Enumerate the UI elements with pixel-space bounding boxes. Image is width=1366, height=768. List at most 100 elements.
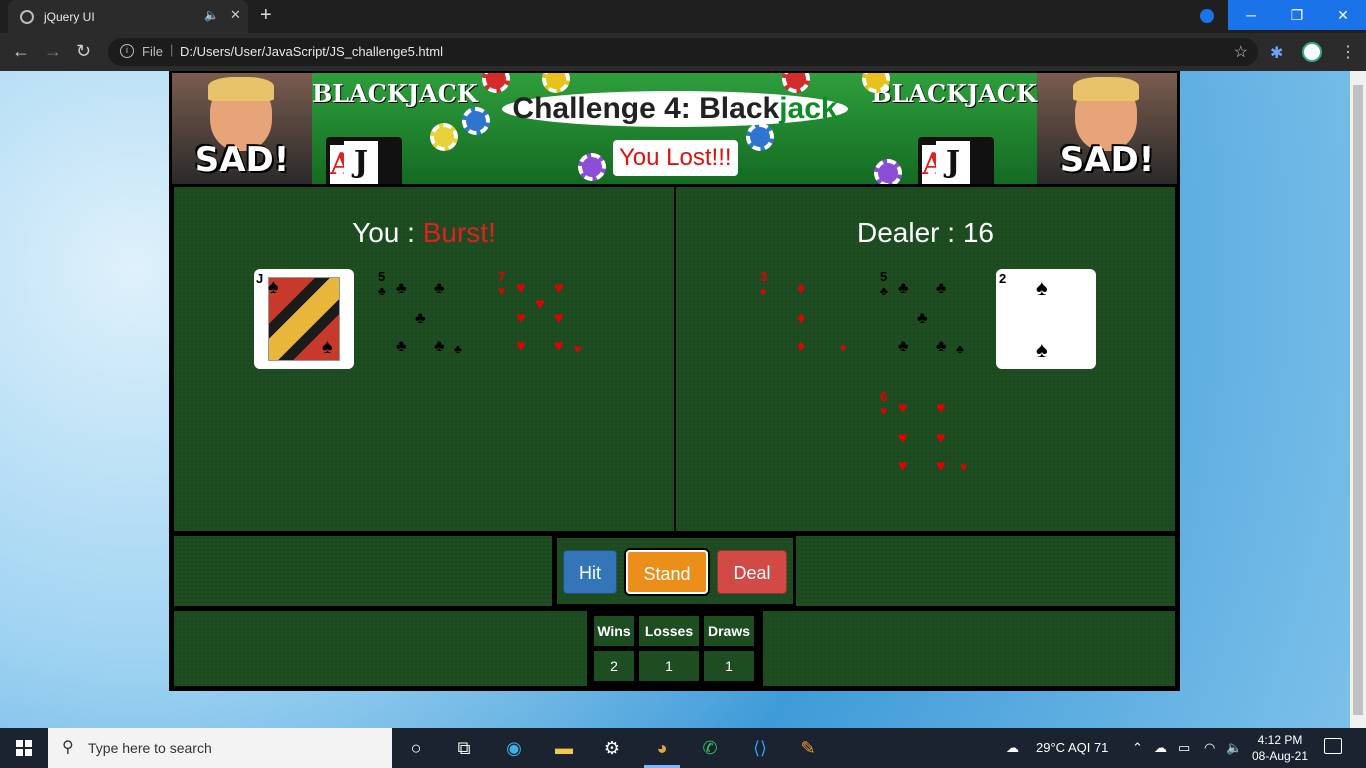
weather-text[interactable]: 29°C AQI 71 xyxy=(1036,740,1108,755)
losses-header: Losses xyxy=(639,616,699,646)
search-icon: ⚲ xyxy=(62,739,74,756)
dealer-card-3-diamonds: 3 ♦ ♦ ♦ ♦ ♦ xyxy=(760,269,847,355)
dealer-card-2-spades: 2 ♠ ♠ xyxy=(996,269,1096,369)
tray-chevron-icon[interactable]: ⌃ xyxy=(1132,740,1143,756)
close-window-button[interactable]: ✕ xyxy=(1320,0,1366,30)
reload-icon[interactable]: ↻ xyxy=(76,41,91,62)
file-scheme-label: File xyxy=(142,44,163,59)
page-scrollbar[interactable] xyxy=(1350,71,1366,728)
windows-taskbar: ⚲ Type here to search ○ ⧉ ◉ ▬ ⚙ ◕ ✆ ⟨⟩ ✎… xyxy=(0,728,1366,768)
profile-avatar[interactable] xyxy=(1302,42,1322,62)
vscode-icon[interactable]: ⟨⟩ xyxy=(748,736,772,760)
losses-value: 1 xyxy=(639,651,699,681)
player-card-7-hearts: 7 ♥ ♥ ♥ ♥ ♥ ♥ ♥ ♥ ♥ xyxy=(498,269,582,356)
whatsapp-icon[interactable]: ✆ xyxy=(698,736,722,760)
chrome-icon[interactable]: ◕ xyxy=(650,736,674,760)
button-row-right-panel xyxy=(796,536,1175,606)
taskbar-clock[interactable]: 4:12 PM 08-Aug-21 xyxy=(1248,732,1312,764)
volume-icon[interactable]: 🔈 xyxy=(1226,740,1242,756)
poker-chip xyxy=(542,73,570,93)
task-view-icon[interactable]: ⧉ xyxy=(452,736,476,760)
poker-chip xyxy=(874,159,902,184)
score-table: Wins Losses Draws 2 1 1 xyxy=(589,611,759,686)
tab-close-icon[interactable]: ✕ xyxy=(230,7,241,23)
game-container: SAD! SAD! BLACKJACK BLACKJACK AJ AJ Chal… xyxy=(169,71,1180,691)
stand-button[interactable]: Stand xyxy=(626,550,708,594)
banner: SAD! SAD! BLACKJACK BLACKJACK AJ AJ Chal… xyxy=(172,73,1177,184)
clock-time: 4:12 PM xyxy=(1257,733,1303,747)
dealer-card-5-clubs: 5 ♣ ♣ ♣ ♣ ♣ ♣ ♣ xyxy=(880,269,964,356)
tab-title: jQuery UI xyxy=(44,10,95,24)
battery-icon[interactable]: ▭ xyxy=(1178,740,1190,756)
taskbar-search-box[interactable]: ⚲ Type here to search xyxy=(48,728,392,768)
result-message: You Lost!!! xyxy=(613,140,738,176)
sad-meme-image-left: SAD! xyxy=(172,73,312,184)
ace-jack-art-right: AJ xyxy=(918,137,994,184)
draws-header: Draws xyxy=(704,616,754,646)
player-heading: You : Burst! xyxy=(174,217,674,249)
speaker-icon[interactable]: 🔈 xyxy=(204,8,219,22)
wifi-icon[interactable]: ◠ xyxy=(1204,740,1215,756)
blackjack-logo-left: BLACKJACK xyxy=(312,79,478,108)
browser-tab[interactable]: jQuery UI 🔈 ✕ xyxy=(8,0,248,33)
url-separator: | xyxy=(170,42,174,57)
dealer-label: Dealer : xyxy=(857,217,963,248)
poker-chip xyxy=(482,73,510,93)
score-row-right-panel xyxy=(763,611,1175,686)
globe-icon xyxy=(20,10,34,24)
poker-chip xyxy=(746,123,774,151)
hit-button[interactable]: Hit xyxy=(563,550,617,594)
forward-arrow-icon[interactable]: → xyxy=(44,41,62,62)
blackjack-logo-right: BLACKJACK xyxy=(871,79,1037,108)
dealer-heading: Dealer : 16 xyxy=(676,217,1175,249)
bookmark-star-icon[interactable]: ☆ xyxy=(1234,42,1248,62)
url-bar[interactable]: i File | D:/Users/User/JavaScript/JS_cha… xyxy=(108,38,1258,66)
player-area: You : Burst! J ♠ ♠ 5 ♣ ♣ ♣ ♣ ♣ ♣ ♣ 7 ♥ ♥… xyxy=(174,187,674,531)
address-bar-row: ← → ↻ i File | D:/Users/User/JavaScript/… xyxy=(0,33,1366,71)
score-row-left-panel xyxy=(174,611,587,686)
title-accent: jack xyxy=(779,92,838,125)
info-icon[interactable]: i xyxy=(120,44,134,58)
sad-meme-image-right: SAD! xyxy=(1037,73,1177,184)
extensions-icon[interactable]: ✱ xyxy=(1270,43,1283,63)
ace-jack-art-left: AJ xyxy=(326,137,402,184)
poker-chip xyxy=(578,153,606,181)
weather-cloud-icon[interactable]: ☁ xyxy=(1006,740,1019,756)
dealer-score: 16 xyxy=(962,217,994,248)
button-row-left-panel xyxy=(174,536,552,606)
edge-icon[interactable]: ◉ xyxy=(502,736,526,760)
poker-chip xyxy=(782,73,810,93)
poker-chip xyxy=(462,107,490,135)
tab-search-icon[interactable] xyxy=(1200,9,1214,23)
browser-tab-bar: jQuery UI 🔈 ✕ + ─ ❐ ✕ xyxy=(0,0,1366,33)
page-background: SAD! SAD! BLACKJACK BLACKJACK AJ AJ Chal… xyxy=(0,71,1350,728)
new-tab-button[interactable]: + xyxy=(260,4,272,27)
paint-icon[interactable]: ✎ xyxy=(796,736,820,760)
player-label: You : xyxy=(352,217,423,248)
page-title: Challenge 4: Blackjack xyxy=(502,91,848,127)
cortana-icon[interactable]: ○ xyxy=(404,736,428,760)
back-arrow-icon[interactable]: ← xyxy=(12,41,30,62)
minimize-button[interactable]: ─ xyxy=(1228,0,1274,30)
deal-button[interactable]: Deal xyxy=(717,550,787,594)
dealer-card-6-hearts: 6 ♥ ♥ ♥ ♥ ♥ ♥ ♥ ♥ xyxy=(880,389,968,475)
wins-value: 2 xyxy=(594,651,634,681)
restore-button[interactable]: ❐ xyxy=(1274,0,1320,30)
poker-chip xyxy=(430,123,458,151)
clock-date: 08-Aug-21 xyxy=(1251,749,1309,763)
wins-header: Wins xyxy=(594,616,634,646)
draws-value: 1 xyxy=(704,651,754,681)
notifications-icon[interactable] xyxy=(1324,738,1342,754)
browser-menu-icon[interactable]: ⋮ xyxy=(1340,42,1356,62)
player-card-5-clubs: 5 ♣ ♣ ♣ ♣ ♣ ♣ ♣ xyxy=(378,269,462,356)
settings-gear-icon[interactable]: ⚙ xyxy=(600,736,624,760)
dealer-area: Dealer : 16 3 ♦ ♦ ♦ ♦ ♦ 5 ♣ ♣ ♣ ♣ ♣ ♣ ♣ xyxy=(676,187,1175,531)
search-placeholder: Type here to search xyxy=(88,740,212,756)
url-text[interactable]: D:/Users/User/JavaScript/JS_challenge5.h… xyxy=(180,44,443,59)
onedrive-icon[interactable]: ☁ xyxy=(1154,740,1167,756)
player-card-jack-spades: J ♠ ♠ xyxy=(254,269,354,369)
file-explorer-icon[interactable]: ▬ xyxy=(552,736,576,760)
player-status: Burst! xyxy=(422,217,496,248)
windows-start-icon[interactable] xyxy=(16,740,32,756)
button-panel: Hit Stand Deal xyxy=(557,538,793,604)
